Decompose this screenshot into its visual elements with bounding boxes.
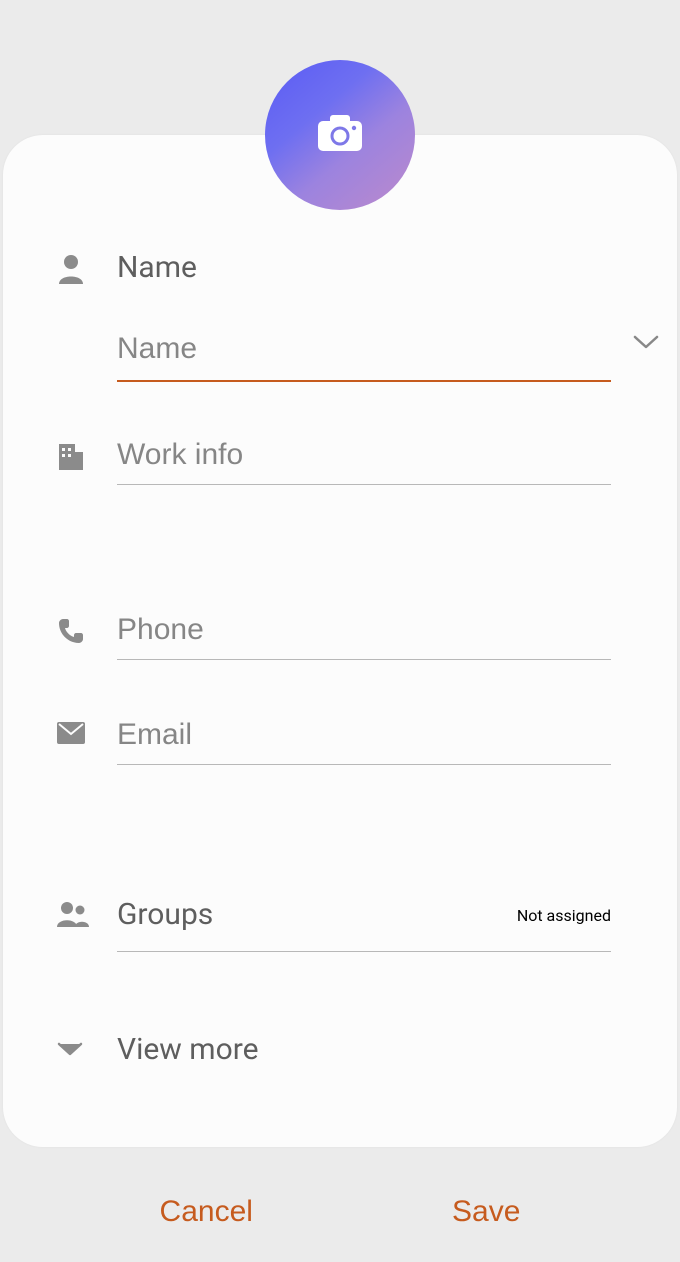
contact-photo-button[interactable] [265,60,415,210]
name-input[interactable] [117,332,497,366]
person-icon [57,254,85,288]
phone-input[interactable] [117,613,611,647]
name-label: Name [117,250,611,286]
groups-icon [57,901,89,931]
bottom-action-bar: Cancel Save [0,1162,680,1262]
save-button[interactable]: Save [412,1175,560,1249]
view-more-label: View more [117,1032,259,1067]
contact-form-card: Name [3,135,677,1147]
work-info-input[interactable] [117,438,611,472]
groups-label: Groups [117,897,213,933]
building-icon [57,442,85,474]
view-more-button[interactable]: View more [57,1032,611,1068]
email-icon [57,722,85,748]
cancel-button[interactable]: Cancel [120,1175,293,1249]
groups-value: Not assigned [517,906,611,925]
chevron-down-icon [57,1041,83,1061]
expand-name-icon[interactable] [633,334,659,354]
email-input[interactable] [117,718,611,752]
camera-icon [318,115,362,155]
groups-selector[interactable]: Groups Not assigned [117,897,611,952]
phone-icon [57,617,85,649]
